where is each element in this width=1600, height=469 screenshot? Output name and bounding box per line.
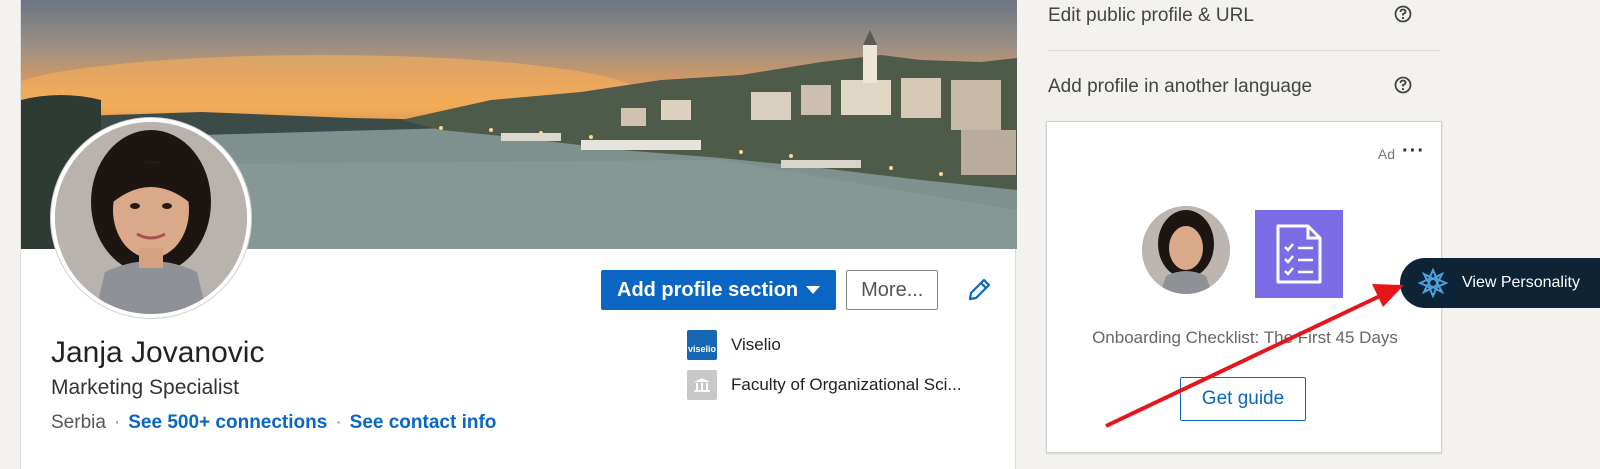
personality-flower-icon [1418, 268, 1448, 298]
edit-public-profile-link[interactable]: Edit public profile & URL [1048, 5, 1254, 27]
checklist-document-icon [1255, 210, 1343, 298]
profile-actions: Add profile section More... [601, 270, 994, 310]
experience-item-faculty[interactable]: Faculty of Organizational Sci... [687, 370, 962, 400]
profile-headline: Marketing Specialist [51, 376, 239, 399]
view-personality-button[interactable]: View Personality [1400, 258, 1600, 308]
help-icon[interactable] [1394, 5, 1412, 23]
viselio-logo-text: viselio [687, 344, 716, 354]
more-options-icon[interactable]: ··· [1402, 140, 1425, 163]
viselio-logo: viselio [687, 330, 717, 360]
more-button-label: More... [861, 278, 924, 301]
ad-avatar [1142, 206, 1230, 294]
school-building-icon [687, 370, 717, 400]
experience-label: Faculty of Organizational Sci... [731, 375, 962, 394]
add-profile-section-button[interactable]: Add profile section [601, 270, 837, 310]
profile-meta: Serbia · See 500+ connections · See cont… [51, 412, 496, 434]
separator-dot: · [335, 412, 342, 433]
profile-experience-summary: viselio Viselio Faculty of Organizationa… [687, 330, 962, 410]
experience-label: Viselio [731, 335, 781, 354]
profile-name: Janja Jovanovic [51, 336, 265, 369]
separator-dot: · [113, 412, 121, 433]
see-connections-link[interactable]: See 500+ connections [128, 412, 327, 434]
more-button[interactable]: More... [846, 270, 939, 310]
help-icon[interactable] [1394, 76, 1412, 94]
profile-photo[interactable] [51, 118, 251, 318]
profile-location: Serbia [51, 412, 106, 433]
pencil-icon[interactable] [964, 275, 994, 305]
experience-item-viselio[interactable]: viselio Viselio [687, 330, 962, 360]
view-personality-label: View Personality [1462, 274, 1580, 291]
ad-card: Ad ··· Onboarding Checklist: The First 4… [1046, 121, 1442, 453]
see-contact-info-link[interactable]: See contact info [350, 412, 497, 434]
rail-divider [1048, 50, 1441, 51]
caret-down-icon [806, 286, 821, 294]
add-profile-section-label: Add profile section [617, 278, 799, 301]
ad-label: Ad [1377, 146, 1395, 162]
profile-card: Add profile section More... Janja Jovano… [20, 0, 1017, 469]
add-language-profile-link[interactable]: Add profile in another language [1048, 76, 1312, 98]
ad-title: Onboarding Checklist: The First 45 Days [1092, 328, 1398, 347]
get-guide-button[interactable]: Get guide [1180, 377, 1306, 421]
